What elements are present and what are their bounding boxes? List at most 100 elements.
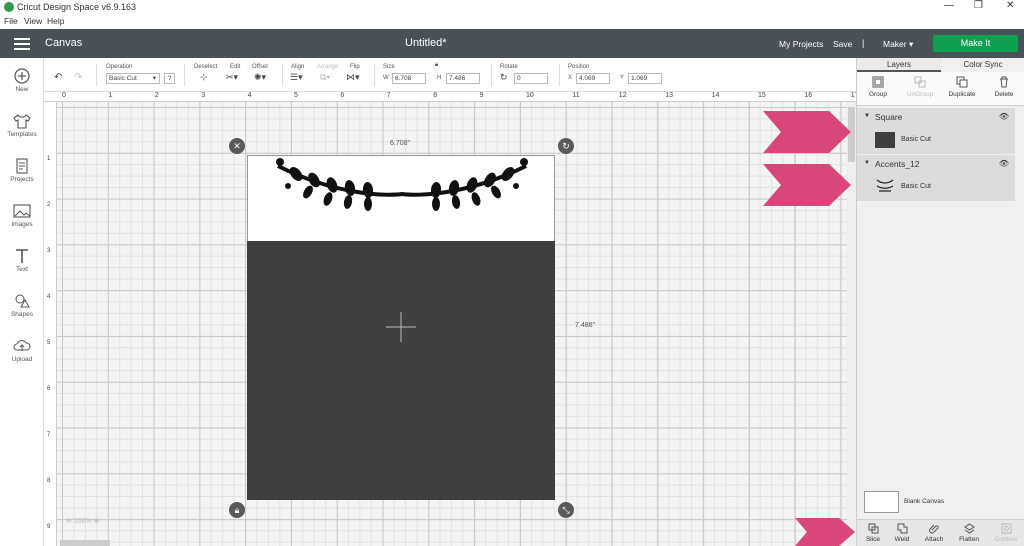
sidebar-item-text[interactable]: Text xyxy=(0,248,44,273)
slice-label: Slice xyxy=(865,536,881,543)
delete-button[interactable]: Delete xyxy=(983,76,1024,98)
deselect-button[interactable]: ⊹ xyxy=(200,72,208,83)
width-input[interactable]: 6.708 xyxy=(392,73,426,84)
my-projects-link[interactable]: My Projects xyxy=(779,39,823,49)
flatten-button[interactable]: Flatten xyxy=(953,523,985,543)
align-button[interactable]: ☰▾ xyxy=(290,72,303,83)
undo-button[interactable]: ↶ xyxy=(54,72,62,83)
ruler-tick-label: 13 xyxy=(665,92,673,99)
align-label: Align xyxy=(291,64,305,70)
header-divider: | xyxy=(862,38,865,48)
delete-handle-icon[interactable]: ✕ xyxy=(229,138,245,154)
sidebar-item-templates[interactable]: Templates xyxy=(0,113,44,138)
caret-down-icon[interactable]: ▼ xyxy=(864,113,870,119)
offset-button[interactable]: ✺▾ xyxy=(254,72,266,83)
image-icon xyxy=(13,204,31,218)
sidebar-item-label: Text xyxy=(16,266,28,273)
rotate-input[interactable]: 0 xyxy=(514,73,548,84)
page-title: Canvas xyxy=(45,37,83,49)
contour-button[interactable]: Contour xyxy=(990,523,1022,543)
sidebar-item-shapes[interactable]: Shapes xyxy=(0,293,44,318)
ruler-tick-label: 3 xyxy=(47,248,51,254)
zoom-control[interactable]: ⊖ 100% ⊕ xyxy=(66,517,100,525)
ruler-tick-label: 9 xyxy=(47,524,51,530)
caret-down-icon[interactable]: ▼ xyxy=(864,160,870,166)
chevron-down-icon: ▾ xyxy=(909,39,914,49)
contour-icon xyxy=(1001,523,1011,534)
layers-panel: Layers Color Sync Group UnGroup Duplicat… xyxy=(856,58,1024,546)
weld-button[interactable]: Weld xyxy=(886,523,918,543)
operation-select[interactable]: Basic Cut ▾ xyxy=(106,73,160,84)
slice-button[interactable]: Slice xyxy=(857,523,889,543)
sidebar-item-projects[interactable]: Projects xyxy=(0,158,44,183)
redo-button[interactable]: ↷ xyxy=(74,72,82,83)
chevron-down-icon: ▾ xyxy=(152,75,156,82)
layer-name: Square xyxy=(875,112,903,122)
tab-color-sync[interactable]: Color Sync xyxy=(941,58,1024,72)
ruler-tick-label: 9 xyxy=(479,92,484,99)
y-position-input[interactable]: 1.069 xyxy=(628,73,662,84)
resize-handle-icon[interactable]: ⤡ xyxy=(558,502,574,518)
help-button[interactable]: ? xyxy=(164,73,175,84)
flip-button[interactable]: ⋈▾ xyxy=(346,72,360,83)
machine-select[interactable]: Maker ▾ xyxy=(883,39,913,50)
delete-label: Delete xyxy=(994,91,1014,98)
layer-item-accents[interactable]: ▼ Accents_12 👁︎ Basic Cut xyxy=(857,155,1015,201)
ruler-tick-label: 10 xyxy=(526,92,534,99)
close-window-button[interactable]: ✕ xyxy=(1006,0,1014,11)
eye-icon[interactable]: 👁︎ xyxy=(999,112,1009,121)
window-title: Cricut Design Space v6.9.163 xyxy=(17,2,137,12)
height-input[interactable]: 7.486 xyxy=(446,73,480,84)
ruler-tick-label: 15 xyxy=(758,92,766,99)
layer-name: Accents_12 xyxy=(875,159,920,169)
rotate-icon: ↻ xyxy=(500,72,508,82)
hamburger-menu-icon[interactable] xyxy=(14,38,30,50)
accent-layer-area[interactable] xyxy=(247,155,555,241)
machine-select-label: Maker xyxy=(883,39,907,49)
layer-swatch xyxy=(875,132,895,148)
horizontal-ruler: 0 1 2 3 4 5 6 7 8 9 10 11 12 13 14 15 16 17 xyxy=(44,92,859,102)
lock-handle-icon[interactable]: 🔒︎ xyxy=(229,502,245,518)
blank-canvas-swatch[interactable] xyxy=(864,491,899,513)
duplicate-icon xyxy=(956,76,968,88)
arrange-button[interactable]: ⧉▾ xyxy=(320,72,330,83)
attach-button[interactable]: Attach xyxy=(918,523,950,543)
width-prefix: W xyxy=(383,75,389,81)
pink-arrow-marker xyxy=(795,518,855,546)
horizontal-scrollbar[interactable] xyxy=(60,540,110,546)
deselect-label: Deselect xyxy=(194,64,218,70)
minimize-button[interactable]: — xyxy=(944,0,954,11)
make-it-button[interactable]: Make It xyxy=(933,35,1018,52)
sidebar-item-label: Projects xyxy=(10,176,34,183)
save-button[interactable]: Save xyxy=(833,39,852,49)
duplicate-button[interactable]: Duplicate xyxy=(941,76,983,98)
tab-layers[interactable]: Layers xyxy=(857,58,941,72)
branch-accent-icon xyxy=(276,158,528,211)
y-prefix: Y xyxy=(620,75,625,81)
ungroup-icon xyxy=(914,76,926,88)
edit-toolbar: ↶ ↷ Operation Basic Cut ▾ ? Deselect ⊹ Ed… xyxy=(44,58,856,92)
layer-item-square[interactable]: ▼ Square 👁︎ Basic Cut xyxy=(857,108,1015,154)
ungroup-button[interactable]: UnGroup xyxy=(899,76,941,98)
flatten-label: Flatten xyxy=(959,536,979,543)
eye-icon[interactable]: 👁︎ xyxy=(999,159,1009,168)
sidebar-item-images[interactable]: Images xyxy=(0,203,44,228)
menu-file[interactable]: File xyxy=(4,16,18,26)
group-button[interactable]: Group xyxy=(857,76,899,98)
sidebar-item-upload[interactable]: Upload xyxy=(0,338,44,363)
menu-view[interactable]: View xyxy=(24,16,42,26)
edit-button[interactable]: ✂▾ xyxy=(226,72,238,83)
restore-button[interactable]: ❐ xyxy=(974,0,983,11)
ruler-tick-label: 8 xyxy=(433,92,438,99)
weld-icon xyxy=(897,523,907,534)
sidebar-item-new[interactable]: New xyxy=(0,68,44,93)
sidebar-item-label: Images xyxy=(11,221,33,228)
x-position-input[interactable]: 4.069 xyxy=(576,73,610,84)
ruler-tick-label: 11 xyxy=(572,92,580,99)
rotate-handle-icon[interactable]: ↻ xyxy=(558,138,574,154)
menu-help[interactable]: Help xyxy=(47,16,64,26)
lock-icon[interactable]: 🔒︎ xyxy=(435,62,438,69)
ruler-tick-label: 12 xyxy=(618,92,627,99)
toolbar-divider xyxy=(559,64,560,86)
square-shape[interactable] xyxy=(247,241,555,500)
